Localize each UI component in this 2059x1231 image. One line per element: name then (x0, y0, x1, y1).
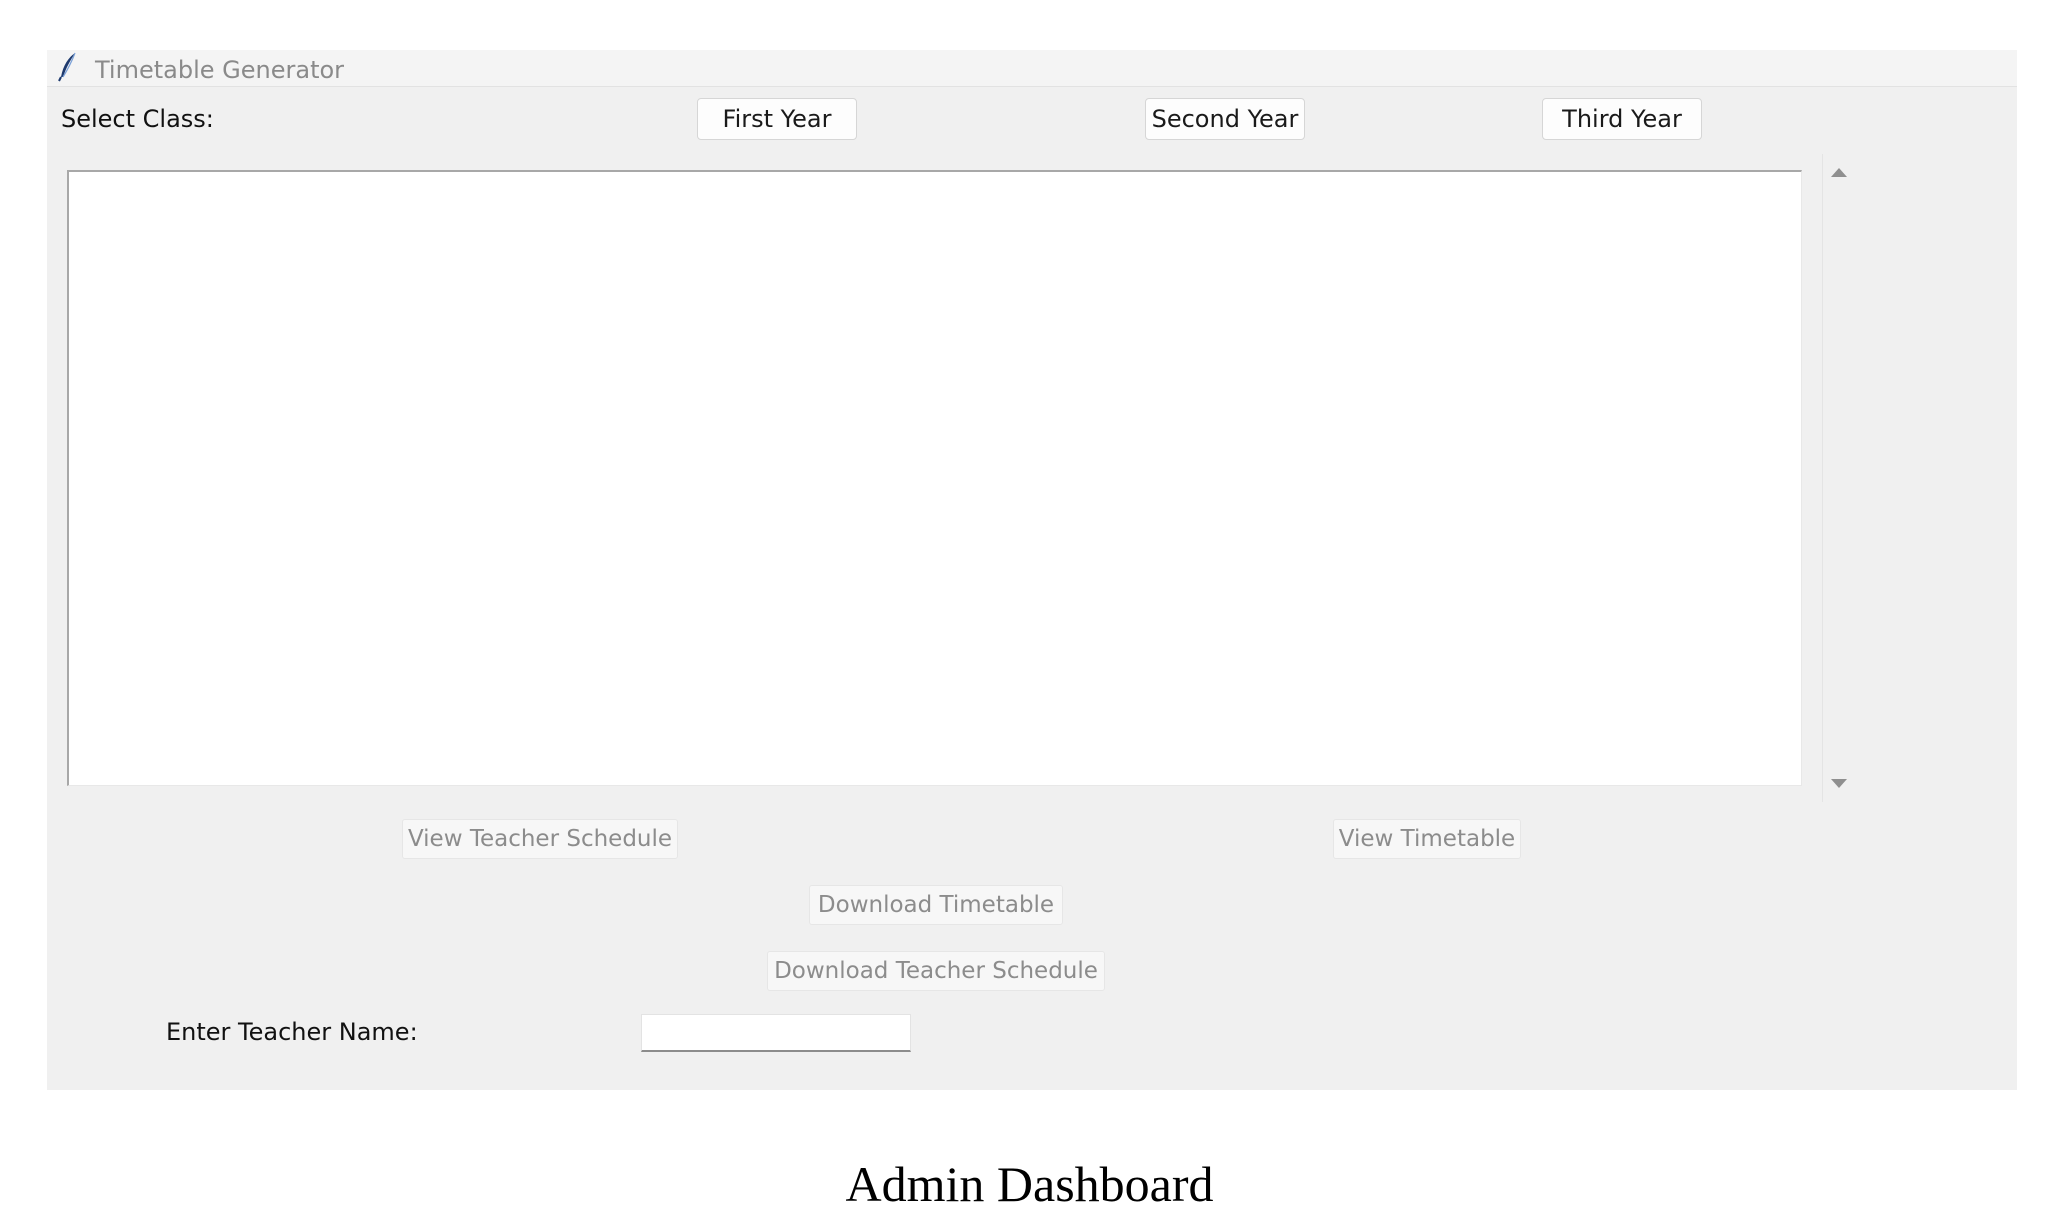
teacher-name-input[interactable] (641, 1014, 911, 1052)
view-timetable-button[interactable]: View Timetable (1333, 819, 1521, 859)
figure-caption: Admin Dashboard (845, 1156, 1214, 1212)
third-year-button[interactable]: Third Year (1542, 98, 1702, 140)
scroll-down-arrow-icon[interactable] (1831, 779, 1847, 788)
select-class-label: Select Class: (61, 105, 214, 133)
teacher-name-label: Enter Teacher Name: (166, 1018, 418, 1046)
vertical-scrollbar[interactable] (1822, 154, 1853, 802)
download-timetable-button[interactable]: Download Timetable (809, 885, 1063, 925)
scroll-up-arrow-icon[interactable] (1831, 168, 1847, 177)
timetable-text-area[interactable] (67, 170, 1802, 786)
view-teacher-schedule-button[interactable]: View Teacher Schedule (402, 819, 678, 859)
window-title: Timetable Generator (95, 56, 345, 84)
download-teacher-schedule-button[interactable]: Download Teacher Schedule (767, 951, 1105, 991)
second-year-button[interactable]: Second Year (1145, 98, 1305, 140)
first-year-button[interactable]: First Year (697, 98, 857, 140)
title-bar: Timetable Generator (47, 50, 2017, 87)
timetable-generator-window: Timetable Generator Select Class: First … (47, 50, 2017, 1090)
feather-icon (58, 52, 76, 82)
